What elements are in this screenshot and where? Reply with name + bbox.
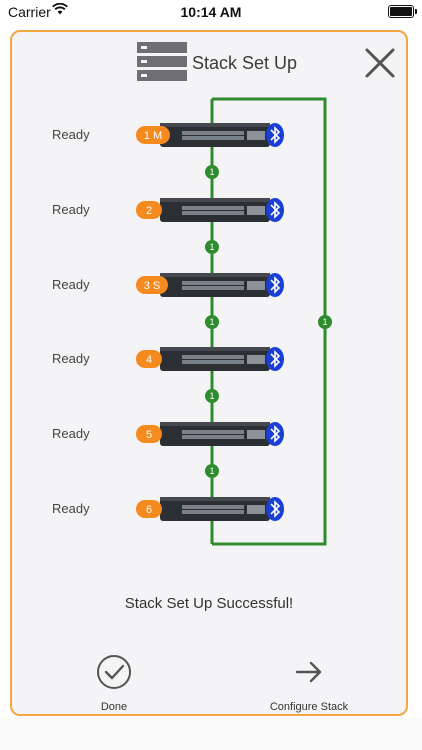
switch-status: Ready [52, 426, 90, 441]
checkmark-circle-icon [97, 655, 131, 689]
configure-stack-button[interactable]: Configure Stack [259, 654, 359, 713]
svg-text:6: 6 [146, 504, 152, 516]
svg-text:1: 1 [209, 242, 214, 252]
switch-unit[interactable] [160, 422, 270, 446]
done-button[interactable]: Done [84, 654, 144, 713]
switch-row: 4 [136, 347, 284, 371]
switch-unit[interactable] [160, 497, 270, 521]
done-label: Done [100, 701, 128, 713]
switch-badge: 1 M [136, 126, 170, 144]
switch-badge: 3 S [136, 276, 168, 294]
svg-text:1: 1 [209, 317, 214, 327]
arrow-right-icon [295, 661, 322, 683]
ring-link-label: 1 [318, 315, 332, 329]
bluetooth-icon [266, 347, 284, 371]
bluetooth-icon [266, 123, 284, 147]
bluetooth-icon [266, 273, 284, 297]
svg-text:1: 1 [209, 391, 214, 401]
stack-setup-modal: Stack Set Up 1 1 1 1 1 1 1 M 2 3 S 4 5 6… [10, 30, 408, 716]
switch-status: Ready [52, 501, 90, 516]
link-label: 1 [205, 464, 219, 478]
switch-unit[interactable] [160, 347, 270, 371]
switch-badge: 5 [136, 425, 162, 443]
switch-status: Ready [52, 277, 90, 292]
svg-text:1: 1 [209, 466, 214, 476]
svg-text:5: 5 [146, 429, 152, 441]
svg-text:1: 1 [209, 167, 214, 177]
svg-text:2: 2 [146, 205, 152, 217]
svg-text:4: 4 [146, 354, 152, 366]
link-label: 1 [205, 165, 219, 179]
clock: 10:14 AM [180, 4, 242, 20]
svg-text:3 S: 3 S [144, 280, 161, 292]
switch-status: Ready [52, 127, 90, 142]
switch-row: 2 [136, 198, 284, 222]
switch-unit[interactable] [160, 273, 270, 297]
switch-badge: 6 [136, 500, 162, 518]
configure-stack-label: Configure Stack [269, 701, 349, 713]
bluetooth-icon [266, 198, 284, 222]
switch-badge: 4 [136, 350, 162, 368]
ring-link [212, 97, 327, 546]
switch-row: 6 [136, 497, 284, 521]
link-label: 1 [205, 240, 219, 254]
bluetooth-icon [266, 497, 284, 521]
stack-diagram: 1 1 1 1 1 1 1 M 2 3 S 4 5 6 [136, 97, 332, 546]
switch-unit[interactable] [160, 198, 270, 222]
bluetooth-icon [266, 422, 284, 446]
switch-row: 3 S [136, 273, 284, 297]
svg-text:1: 1 [322, 317, 327, 327]
status-bar: Carrier 10:14 AM [0, 0, 422, 24]
svg-text:1 M: 1 M [144, 130, 162, 142]
switch-row: 5 [136, 422, 284, 446]
switch-unit[interactable] [160, 123, 270, 147]
battery-icon [388, 5, 417, 18]
switch-status: Ready [52, 202, 90, 217]
switch-status: Ready [52, 351, 90, 366]
switch-row: 1 M [136, 123, 284, 147]
switch-badge: 2 [136, 201, 162, 219]
background-app [0, 718, 422, 750]
link-label: 1 [205, 315, 219, 329]
link-label: 1 [205, 389, 219, 403]
success-message: Stack Set Up Successful! [124, 595, 294, 612]
